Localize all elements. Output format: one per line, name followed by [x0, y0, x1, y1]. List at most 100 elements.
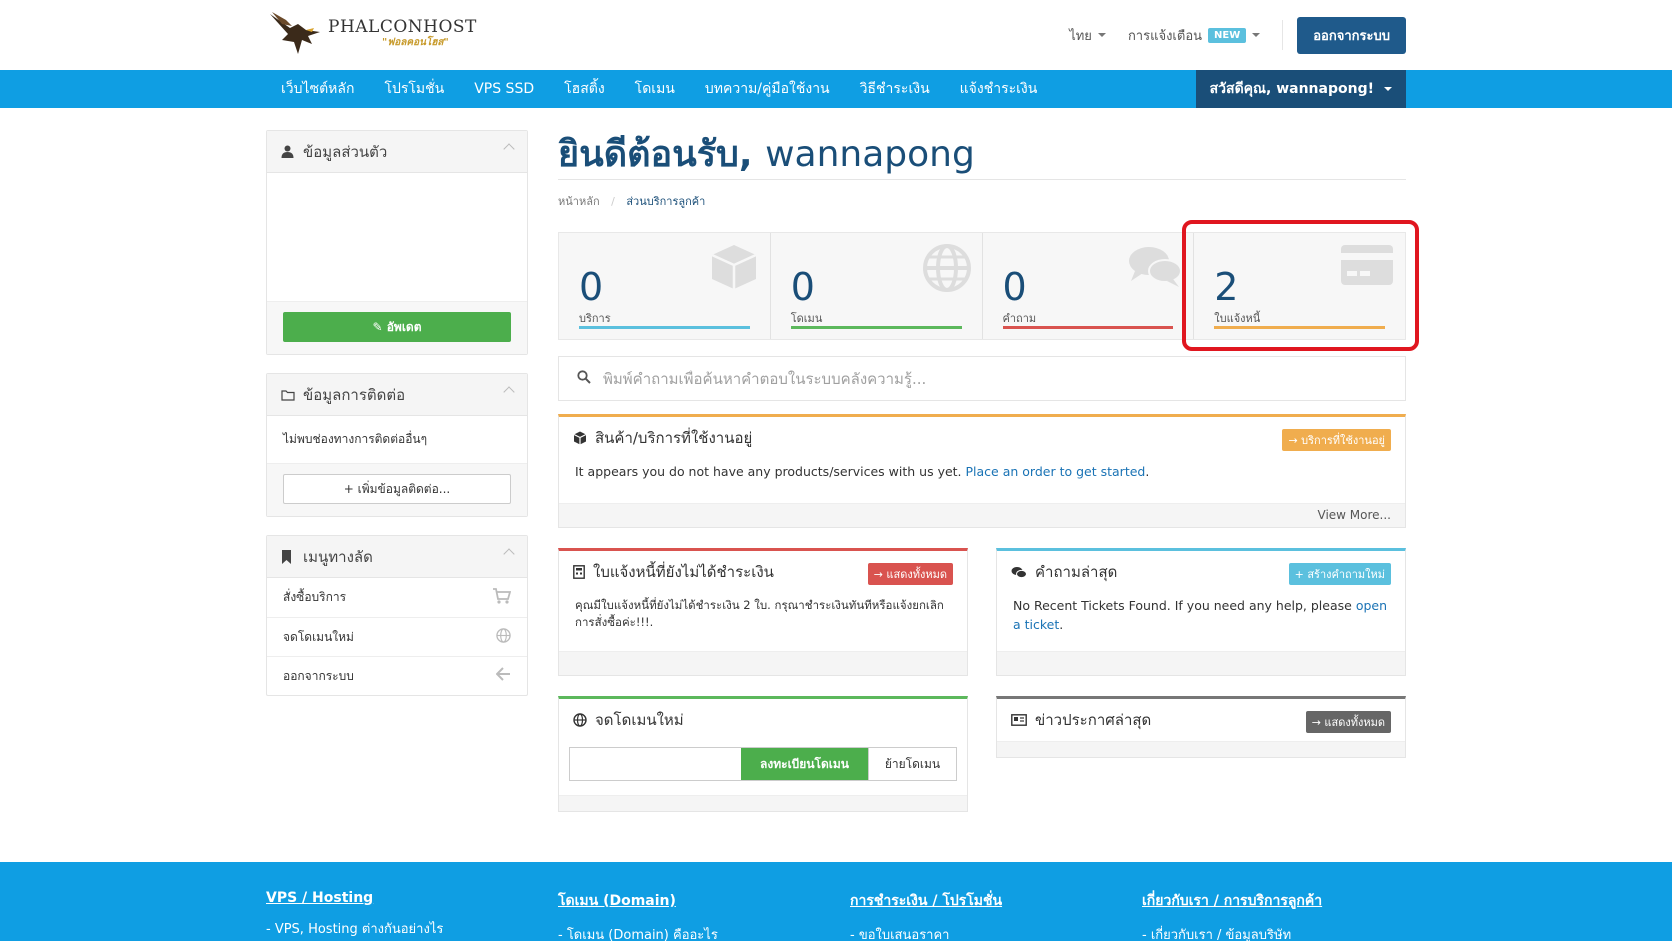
products-empty-text: It appears you do not have any products/… — [575, 464, 962, 479]
language-dropdown[interactable]: ไทย — [1069, 25, 1106, 46]
nav-hosting[interactable]: โฮสติ้ง — [564, 78, 605, 100]
shortcut-order-services[interactable]: สั่งซื้อบริการ — [267, 578, 527, 617]
highlight-box — [1182, 220, 1419, 351]
profile-panel-footer: ✎ อัพเดต — [267, 301, 527, 354]
news-card: ข่าวประกาศล่าสุด → แสดงทั้งหมด — [996, 696, 1406, 758]
chevron-up-icon[interactable] — [503, 143, 515, 155]
shortcut-logout[interactable]: ออกจากระบบ — [267, 656, 527, 695]
update-label: อัพเดต — [386, 320, 422, 334]
nav-articles[interactable]: บทความ/คู่มือใช้งาน — [705, 78, 830, 100]
top-header: PHALCONHOST "ฟอลคอนโฮส" ไทย การแจ้งเตือน… — [0, 0, 1672, 70]
search-input[interactable] — [603, 369, 1383, 388]
services-count: 0 — [579, 265, 604, 309]
notifications-label: การแจ้งเตือน — [1127, 28, 1203, 44]
nav-payment-methods[interactable]: วิธีชำระเงิน — [860, 78, 930, 100]
profile-panel-header[interactable]: ข้อมูลส่วนตัว — [267, 131, 527, 173]
domains-bar — [790, 326, 962, 329]
calculator-icon — [573, 565, 585, 579]
tile-services[interactable]: 0 บริการ — [559, 233, 770, 339]
show-all-label: แสดงทั้งหมด — [886, 568, 947, 581]
footer-title[interactable]: การชำระเงิน / โปรโมชั่น — [850, 890, 1002, 912]
caret-down-icon — [1384, 87, 1392, 91]
footer-title[interactable]: VPS / Hosting — [266, 890, 443, 906]
tickets-card: คำถามล่าสุด + สร้างคำถามใหม่ No Recent T… — [996, 548, 1406, 676]
nav-domain[interactable]: โดเมน — [635, 78, 675, 100]
user-menu[interactable]: สวัสดีคุณ, wannapong! — [1195, 70, 1406, 108]
tile-tickets[interactable]: 0 คำถาม — [981, 233, 1194, 339]
nav-home[interactable]: เว็บไซต์หลัก — [281, 78, 354, 100]
caret-down-icon — [1252, 33, 1261, 37]
globe-icon — [922, 243, 972, 297]
new-ticket-label: สร้างคำถามใหม่ — [1307, 568, 1385, 581]
breadcrumb-home[interactable]: หน้าหลัก — [558, 195, 600, 208]
tickets-bar — [1002, 326, 1174, 329]
contacts-panel: ข้อมูลการติดต่อ ไม่พบช่องทางการติดต่ออื่… — [266, 373, 528, 517]
footer-title[interactable]: เกี่ยวกับเรา / การบริการลูกค้า — [1142, 890, 1322, 912]
tile-domains[interactable]: 0 โดเมน — [769, 233, 982, 339]
footer-title[interactable]: โดเมน (Domain) — [558, 890, 718, 912]
new-badge: NEW — [1208, 27, 1247, 43]
nav-vps-ssd[interactable]: VPS SSD — [474, 81, 534, 97]
user-icon — [281, 145, 297, 158]
profile-title: ข้อมูลส่วนตัว — [303, 142, 388, 161]
nav-promotions[interactable]: โปรโมชั่น — [384, 78, 444, 100]
news-card-footer — [997, 741, 1405, 757]
products-title: สินค้า/บริการที่ใช้งานอยู่ — [595, 429, 753, 447]
chevron-up-icon[interactable] — [503, 386, 515, 398]
transfer-domain-button[interactable]: ย้ายโดเมน — [868, 748, 956, 780]
show-all-invoices-button[interactable]: → แสดงทั้งหมด — [867, 563, 953, 585]
search-icon — [577, 369, 591, 388]
profile-body — [267, 173, 527, 301]
register-domain-button[interactable]: ลงทะเบียนโดเมน — [741, 748, 869, 780]
sidebar: ข้อมูลส่วนตัว ✎ อัพเดต ข้อมูลการติดต่อ ไ… — [266, 130, 528, 714]
invoices-card: ใบแจ้งหนี้ที่ยังไม่ได้ชำระเงิน → แสดงทั้… — [558, 548, 968, 676]
shortcuts-panel-header[interactable]: เมนูทางลัด — [267, 536, 527, 578]
domains-count: 0 — [790, 265, 815, 309]
shortcuts-panel: เมนูทางลัด สั่งซื้อบริการ จดโดเมนใหม่ ออ… — [266, 535, 528, 696]
caret-down-icon — [1097, 33, 1106, 37]
logo-tagline: "ฟอลคอนโฮส" — [382, 36, 449, 48]
add-contact-button[interactable]: + เพิ่มข้อมูลติดต่อ... — [283, 474, 511, 504]
chevron-up-icon[interactable] — [503, 548, 515, 560]
notifications-dropdown[interactable]: การแจ้งเตือน NEW — [1127, 25, 1261, 46]
footer-col-domain: โดเมน (Domain) - โดเมน (Domain) คืออะไร — [558, 890, 718, 941]
contacts-panel-header[interactable]: ข้อมูลการติดต่อ — [267, 374, 527, 416]
tickets-label: คำถาม — [1002, 312, 1037, 325]
logout-button[interactable]: ออกจากระบบ — [1297, 16, 1406, 54]
update-profile-button[interactable]: ✎ อัพเดต — [283, 312, 511, 342]
nav-payment-notice[interactable]: แจ้งชำระเงิน — [960, 78, 1038, 100]
footer-link[interactable]: - VPS, Hosting ต่างกันอย่างไร — [266, 918, 443, 939]
add-contact-label: เพิ่มข้อมูลติดต่อ... — [357, 482, 451, 496]
show-all-news-button[interactable]: → แสดงทั้งหมด — [1305, 711, 1391, 733]
logo-name: PHALCONHOST — [328, 16, 477, 37]
tickets-card-footer — [997, 651, 1405, 675]
breadcrumb-current: ส่วนบริการลูกค้า — [626, 195, 706, 208]
view-more-link[interactable]: View More... — [559, 503, 1405, 527]
products-card: สินค้า/บริการที่ใช้งานอยู่ → บริการที่ใช… — [558, 414, 1406, 528]
domain-card-footer — [559, 795, 967, 811]
contacts-panel-footer: + เพิ่มข้อมูลติดต่อ... — [267, 463, 527, 516]
place-order-link[interactable]: Place an order to get started — [966, 464, 1146, 479]
footer-link[interactable]: - โดเมน (Domain) คืออะไร — [558, 924, 718, 941]
welcome-prefix: ยินดีต้อนรับ, — [558, 134, 753, 175]
footer-link[interactable]: - ขอใบเสนอราคา — [850, 924, 1002, 941]
site-logo[interactable]: PHALCONHOST "ฟอลคอนโฮส" — [268, 10, 477, 56]
shortcut-label: จดโดเมนใหม่ — [283, 629, 354, 644]
shortcut-register-domain[interactable]: จดโดเมนใหม่ — [267, 617, 527, 656]
active-services-button[interactable]: → บริการที่ใช้งานอยู่ — [1282, 429, 1391, 451]
bookmark-icon — [281, 549, 297, 564]
main-content: ยินดีต้อนรับ, wannapong หน้าหลัก / ส่วนบ… — [558, 130, 1406, 812]
invoices-text: คุณมีใบแจ้งหนี้ที่ยังไม่ได้ชำระเงิน 2 ใบ… — [575, 598, 944, 630]
footer-link[interactable]: - เกี่ยวกับเรา / ข้อมูลบริษัท — [1142, 924, 1322, 941]
shortcuts-title: เมนูทางลัด — [303, 547, 373, 566]
contacts-title: ข้อมูลการติดต่อ — [303, 385, 406, 404]
domain-input[interactable] — [570, 748, 741, 780]
tickets-empty-text: No Recent Tickets Found. If you need any… — [1013, 598, 1352, 613]
shortcut-label: สั่งซื้อบริการ — [283, 590, 347, 604]
newspaper-icon — [1011, 714, 1027, 726]
domains-label: โดเมน — [790, 312, 823, 325]
new-ticket-button[interactable]: + สร้างคำถามใหม่ — [1288, 563, 1391, 585]
globe-icon — [496, 627, 511, 647]
user-greeting: สวัสดีคุณ, wannapong! — [1209, 81, 1374, 97]
folder-icon — [281, 389, 297, 401]
